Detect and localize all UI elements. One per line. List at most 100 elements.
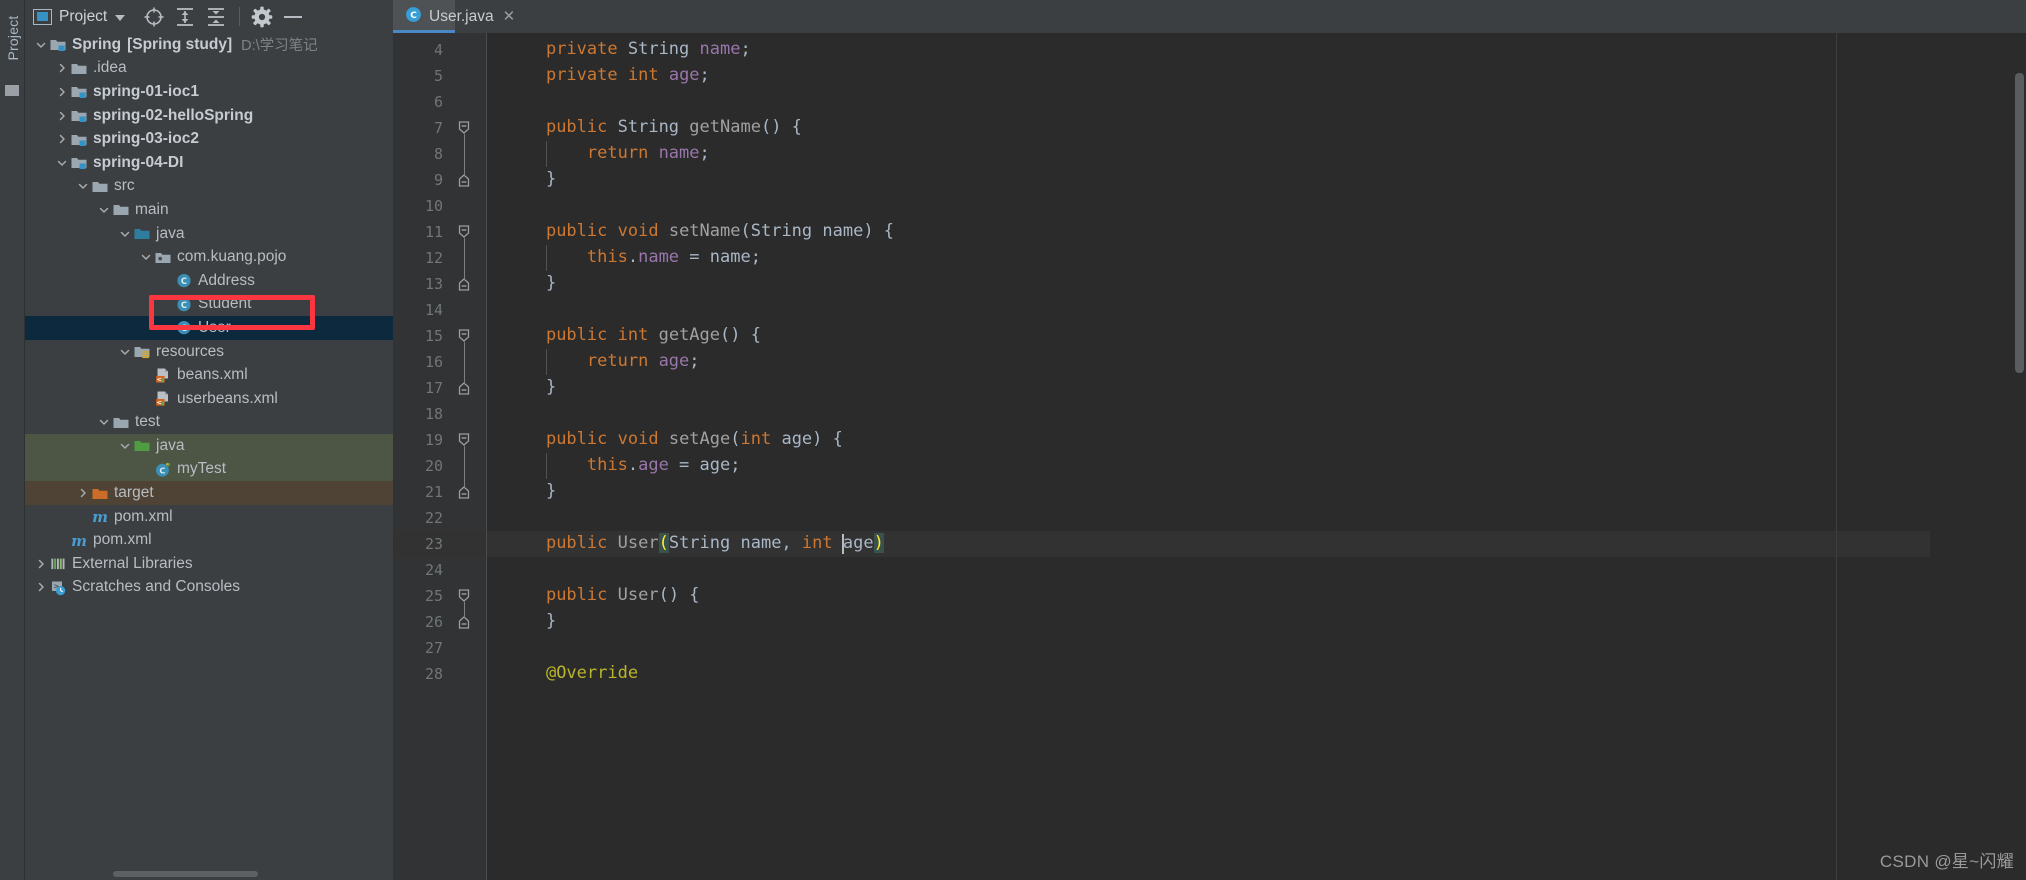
tree-node-main[interactable]: main — [25, 198, 393, 222]
close-icon[interactable]: ✕ — [503, 9, 516, 24]
tree-node-pom-xml[interactable]: m pom.xml — [25, 528, 393, 552]
chevron-right-icon[interactable] — [75, 481, 90, 505]
code-token: . — [627, 455, 639, 475]
project-tool-window-label[interactable]: Project — [5, 12, 21, 64]
code-line[interactable]: public User() { — [487, 583, 1930, 609]
locate-target-icon[interactable] — [141, 5, 167, 29]
code-line[interactable]: return age; — [487, 349, 1930, 375]
code-token: return — [586, 351, 649, 371]
code-line[interactable]: this.name = name; — [487, 245, 1930, 271]
code-line[interactable] — [487, 401, 1930, 427]
structure-stripe-button[interactable] — [5, 85, 19, 96]
code-line[interactable] — [487, 297, 1930, 323]
code-line[interactable]: } — [487, 479, 1930, 505]
code-line[interactable]: this.age = age; — [487, 453, 1930, 479]
code-line[interactable]: public int getAge() { — [487, 323, 1930, 349]
code-line[interactable]: return name; — [487, 141, 1930, 167]
chevron-right-icon[interactable] — [33, 552, 48, 576]
caret-down-icon[interactable] — [115, 14, 126, 21]
code-line[interactable]: public void setName(String name) { — [487, 219, 1930, 245]
fold-region-line — [463, 166, 465, 176]
code-line[interactable]: public void setAge(int age) { — [487, 427, 1930, 453]
chevron-down-icon[interactable] — [117, 340, 132, 364]
code-line[interactable] — [487, 193, 1930, 219]
chevron-down-icon[interactable] — [75, 175, 90, 199]
code-line[interactable]: private String name; — [487, 37, 1930, 63]
tree-node-pom-xml[interactable]: m pom.xml — [25, 505, 393, 529]
scrollbar-thumb[interactable] — [113, 871, 258, 877]
chevron-right-icon[interactable] — [54, 80, 69, 104]
tree-node-address[interactable]: C Address — [25, 269, 393, 293]
project-tree[interactable]: Spring [Spring study] D:\学习笔记 .idea spring-0… — [25, 33, 393, 845]
code-line[interactable] — [487, 635, 1930, 661]
project-panel-header: Project — [25, 0, 393, 33]
tree-node-target[interactable]: target — [25, 481, 393, 505]
code-line[interactable]: } — [487, 375, 1930, 401]
code-line[interactable]: public String getName() { — [487, 115, 1930, 141]
tree-node-src[interactable]: src — [25, 175, 393, 199]
chevron-right-icon[interactable] — [54, 127, 69, 151]
tree-node--idea[interactable]: .idea — [25, 57, 393, 81]
chevron-right-icon[interactable] — [54, 57, 69, 81]
tree-node-scratches-and-consoles[interactable]: > Scratches and Consoles — [25, 576, 393, 600]
code-line[interactable]: private int age; — [487, 63, 1930, 89]
tree-node-spring[interactable]: Spring [Spring study] D:\学习笔记 — [25, 33, 393, 57]
code-line[interactable]: } — [487, 167, 1930, 193]
svg-text:<: < — [156, 375, 161, 383]
tree-node-beans-xml[interactable]: < beans.xml — [25, 363, 393, 387]
project-panel: Project Spring [Spring study] D:\学习笔记 .i… — [25, 0, 393, 880]
chevron-down-icon[interactable] — [96, 411, 111, 435]
code-line[interactable]: @Override — [487, 661, 1930, 687]
scrollbar-thumb[interactable] — [2015, 73, 2024, 373]
chevron-down-icon[interactable] — [33, 33, 48, 57]
tree-node-spring-04-di[interactable]: spring-04-DI — [25, 151, 393, 175]
tree-node-label: spring-01-ioc1 — [93, 82, 199, 100]
editor-gutter[interactable]: 4 5 6 7 8 9 10 11 12 13 14 15 16 17 18 19 20 21 22 23 24 25 26… — [393, 33, 487, 880]
project-tree-hscrollbar[interactable] — [25, 867, 393, 880]
tree-node-spring-03-ioc2[interactable]: spring-03-ioc2 — [25, 127, 393, 151]
chevron-down-icon[interactable] — [96, 198, 111, 222]
code-line[interactable]: public User(String name, int age) — [487, 531, 1930, 557]
text-caret — [841, 534, 844, 554]
code-line[interactable]: } — [487, 609, 1930, 635]
module-folder-icon — [69, 104, 88, 128]
code-token: } — [505, 169, 557, 189]
tree-node-java[interactable]: java — [25, 434, 393, 458]
expand-all-icon[interactable] — [172, 5, 198, 29]
chevron-right-icon[interactable] — [33, 576, 48, 600]
code-line[interactable] — [487, 505, 1930, 531]
tree-node-spring-02-hellospring[interactable]: spring-02-helloSpring — [25, 104, 393, 128]
tree-node-com-kuang-pojo[interactable]: com.kuang.pojo — [25, 245, 393, 269]
editor-vscrollbar[interactable] — [2012, 33, 2026, 880]
chevron-down-icon[interactable] — [54, 151, 69, 175]
tree-node-resources[interactable]: resources — [25, 340, 393, 364]
chevron-down-icon[interactable] — [138, 245, 153, 269]
code-token: setName — [668, 221, 741, 241]
tree-node-student[interactable]: C Student — [25, 293, 393, 317]
settings-gear-icon[interactable] — [249, 5, 275, 29]
code-line[interactable]: } — [487, 271, 1930, 297]
tree-arrow-spacer — [138, 458, 153, 482]
tree-node-java[interactable]: java — [25, 222, 393, 246]
collapse-all-icon[interactable] — [203, 5, 229, 29]
tree-node-userbeans-xml[interactable]: < userbeans.xml — [25, 387, 393, 411]
code-line[interactable] — [487, 89, 1930, 115]
chevron-right-icon[interactable] — [54, 104, 69, 128]
hide-panel-icon[interactable] — [280, 5, 306, 29]
chevron-down-icon[interactable] — [117, 222, 132, 246]
tree-node-spring-01-ioc1[interactable]: spring-01-ioc1 — [25, 80, 393, 104]
code-content[interactable]: private String name; private int age; pu… — [487, 33, 1930, 880]
tab-user-java[interactable]: C User.java ✕ — [393, 0, 515, 33]
code-line[interactable] — [487, 557, 1930, 583]
tree-node-external-libraries[interactable]: External Libraries — [25, 552, 393, 576]
tree-node-mytest[interactable]: CmyTest — [25, 457, 393, 482]
chevron-down-icon[interactable] — [117, 434, 132, 458]
tree-node-label: main — [135, 200, 169, 218]
tree-node-user[interactable]: C User — [25, 316, 393, 340]
tree-node-test[interactable]: test — [25, 411, 393, 435]
code-token: int — [627, 65, 659, 85]
